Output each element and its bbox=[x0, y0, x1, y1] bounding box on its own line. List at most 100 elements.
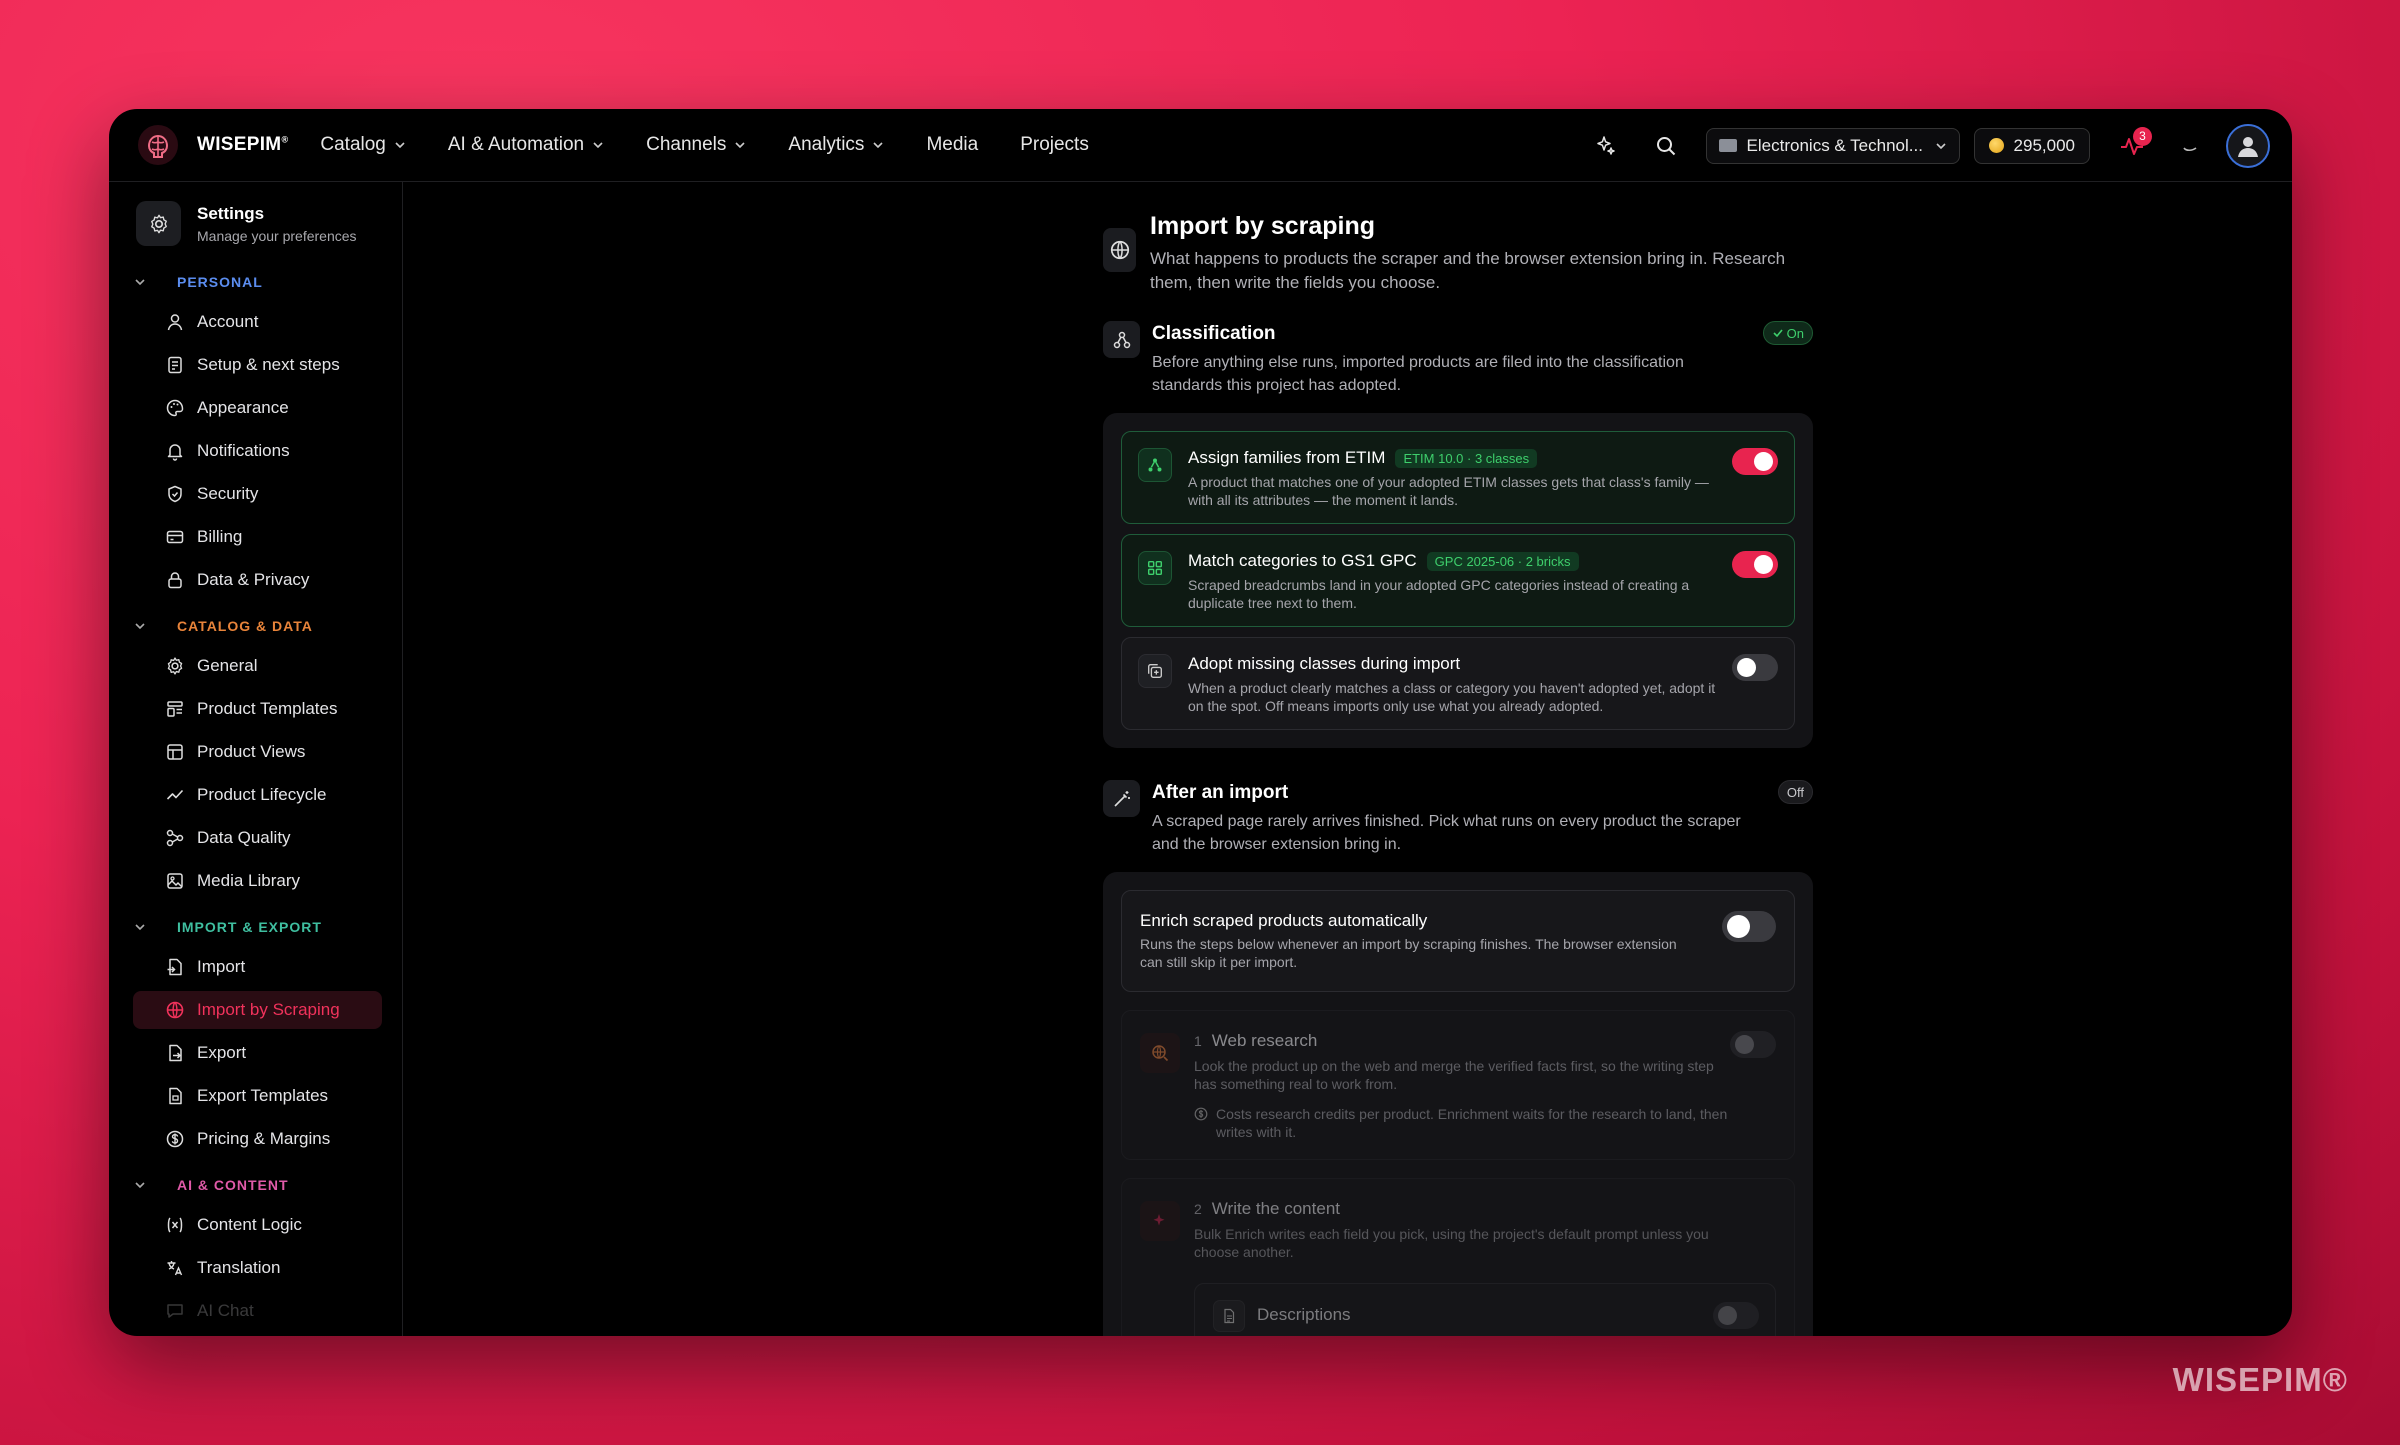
credits-value: 295,000 bbox=[2013, 135, 2075, 155]
brain-logo-icon bbox=[138, 125, 178, 165]
trend-line-icon bbox=[166, 789, 184, 800]
card-description: Scraped breadcrumbs land in your adopted… bbox=[1188, 577, 1690, 611]
globe-icon bbox=[1103, 228, 1136, 272]
enrich-automatically-card: Enrich scraped products automatically Ru… bbox=[1121, 890, 1795, 992]
adopt-missing-classes-toggle[interactable] bbox=[1732, 654, 1778, 681]
top-actions: Electronics & Technol... 295,000 3 bbox=[1586, 109, 2270, 182]
sparkle-icon bbox=[1140, 1201, 1180, 1241]
sidebar-item-export[interactable]: Export bbox=[133, 1034, 382, 1072]
section-ai-content[interactable]: AI & CONTENT bbox=[133, 1163, 402, 1206]
search-icon bbox=[1656, 136, 1675, 155]
settings-content: Import by scraping What happens to produ… bbox=[1103, 182, 1813, 1336]
after-import-description: A scraped page rarely arrives finished. … bbox=[1152, 813, 1741, 853]
sidebar-item-import[interactable]: Import bbox=[133, 948, 382, 986]
classification-header: Classification Before anything else runs… bbox=[1103, 321, 1813, 397]
sidebar-item-general[interactable]: General bbox=[133, 647, 382, 685]
coin-dollar-icon bbox=[1194, 1107, 1208, 1121]
activity-button[interactable]: 3 bbox=[2112, 126, 2152, 166]
gpc-categories-card: Match categories to GS1 GPC GPC 2025-06 … bbox=[1121, 534, 1795, 627]
gpc-categories-toggle[interactable] bbox=[1732, 551, 1778, 578]
sidebar-item-billing[interactable]: Billing bbox=[133, 518, 382, 556]
chevron-down-icon bbox=[135, 1181, 145, 1188]
enrich-automatically-toggle[interactable] bbox=[1722, 911, 1776, 942]
coin-icon bbox=[1988, 138, 2004, 153]
after-import-title: After an import bbox=[1152, 782, 1289, 803]
main-nav: Catalog AI & Automation Channels Analyti… bbox=[320, 134, 1130, 156]
globe-icon bbox=[166, 1001, 184, 1019]
notification-badge: 3 bbox=[2133, 126, 2152, 146]
sidebar-item-security[interactable]: Security bbox=[133, 475, 382, 513]
descriptions-toggle[interactable] bbox=[1713, 1302, 1759, 1329]
section-personal[interactable]: PERSONAL bbox=[133, 260, 402, 303]
step-web-research: 1 Web research Look the product up on the… bbox=[1121, 1010, 1795, 1160]
sidebar-item-appearance[interactable]: Appearance bbox=[133, 389, 382, 427]
nav-catalog[interactable]: Catalog bbox=[320, 134, 406, 156]
watermark-logo: WISEPIM® bbox=[2172, 1361, 2348, 1398]
sidebar-item-content-logic[interactable]: Content Logic bbox=[133, 1206, 382, 1244]
sidebar-item-export-templates[interactable]: Export Templates bbox=[133, 1077, 382, 1115]
sidebar-item-setup[interactable]: Setup & next steps bbox=[133, 346, 382, 384]
classification-status-badge: On bbox=[1762, 321, 1813, 345]
step-write-content: 2 Write the content Bulk Enrich writes ea… bbox=[1121, 1178, 1795, 1336]
step-title: Web research bbox=[1211, 1031, 1318, 1050]
document-icon bbox=[1213, 1300, 1245, 1332]
template-icon bbox=[167, 701, 183, 717]
sidebar-item-pricing-margins[interactable]: Pricing & Margins bbox=[133, 1120, 382, 1158]
sidebar-item-product-views[interactable]: Product Views bbox=[133, 733, 382, 771]
after-import-header: After an import A scraped page rarely ar… bbox=[1103, 780, 1813, 856]
sidebar-item-media-library[interactable]: Media Library bbox=[133, 862, 382, 900]
sidebar-item-import-by-scraping[interactable]: Import by Scraping bbox=[133, 991, 382, 1029]
sidebar-item-translation[interactable]: Translation bbox=[133, 1249, 382, 1287]
chat-icon bbox=[167, 1304, 183, 1318]
step-note: Costs research credits per product. Enri… bbox=[1194, 1105, 1754, 1141]
page-description: What happens to products the scraper and… bbox=[1150, 249, 1786, 292]
file-template-icon bbox=[169, 1087, 182, 1105]
field-descriptions: Descriptions bbox=[1194, 1283, 1776, 1336]
credits-balance[interactable]: 295,000 bbox=[1973, 127, 2090, 164]
magic-wand-icon bbox=[1103, 780, 1140, 817]
settings-sidebar: Settings Manage your preferences PERSONA… bbox=[109, 182, 403, 1336]
translate-icon bbox=[167, 1261, 183, 1276]
nav-projects[interactable]: Projects bbox=[1020, 134, 1089, 156]
nav-ai-automation[interactable]: AI & Automation bbox=[448, 134, 604, 156]
etim-families-toggle[interactable] bbox=[1732, 448, 1778, 475]
field-label: Descriptions bbox=[1257, 1305, 1351, 1324]
chevron-down-icon bbox=[395, 142, 405, 149]
section-catalog-data[interactable]: CATALOG & DATA bbox=[133, 604, 402, 647]
brand-name: WISEPIM® bbox=[197, 134, 289, 155]
sidebar-item-data-privacy[interactable]: Data & Privacy bbox=[133, 561, 382, 599]
dollar-icon bbox=[166, 1130, 184, 1148]
ai-sparkle-button[interactable] bbox=[1586, 126, 1626, 166]
nav-analytics[interactable]: Analytics bbox=[788, 134, 884, 156]
bell-icon bbox=[167, 444, 183, 461]
chevron-down-icon bbox=[735, 142, 745, 149]
checklist-icon bbox=[168, 356, 182, 374]
sidebar-item-ai-chat[interactable]: AI Chat bbox=[133, 1292, 382, 1330]
user-avatar[interactable] bbox=[2226, 123, 2270, 168]
section-import-export[interactable]: IMPORT & EXPORT bbox=[133, 905, 402, 948]
theme-toggle-button[interactable] bbox=[2170, 126, 2210, 166]
project-selector[interactable]: Electronics & Technol... bbox=[1705, 127, 1960, 164]
web-research-toggle[interactable] bbox=[1730, 1031, 1776, 1058]
sidebar-item-product-lifecycle[interactable]: Product Lifecycle bbox=[133, 776, 382, 814]
search-button[interactable] bbox=[1646, 126, 1686, 166]
sparkle-icon bbox=[1596, 135, 1615, 155]
sidebar-item-data-quality[interactable]: Data Quality bbox=[133, 819, 382, 857]
sidebar-item-notifications[interactable]: Notifications bbox=[133, 432, 382, 470]
nav-media[interactable]: Media bbox=[926, 134, 978, 156]
enrich-description: Runs the steps below whenever an import … bbox=[1140, 936, 1677, 970]
nav-channels[interactable]: Channels bbox=[646, 134, 746, 156]
moon-icon bbox=[2183, 146, 2197, 151]
top-bar: WISEPIM® Catalog AI & Automation Channel… bbox=[109, 109, 2292, 182]
chevron-down-icon bbox=[135, 923, 145, 930]
credit-card-icon bbox=[166, 530, 184, 544]
brand[interactable]: WISEPIM® bbox=[137, 124, 288, 166]
adopt-missing-classes-card: Adopt missing classes during import When… bbox=[1121, 637, 1795, 730]
sidebar-item-product-templates[interactable]: Product Templates bbox=[133, 690, 382, 728]
sidebar-item-account[interactable]: Account bbox=[133, 303, 382, 341]
card-title: Adopt missing classes during import bbox=[1188, 654, 1461, 673]
grid-icon bbox=[1138, 551, 1172, 585]
chevron-down-icon bbox=[135, 278, 145, 285]
shield-icon bbox=[168, 485, 182, 503]
etim-tag: ETIM 10.0 · 3 classes bbox=[1395, 448, 1538, 468]
